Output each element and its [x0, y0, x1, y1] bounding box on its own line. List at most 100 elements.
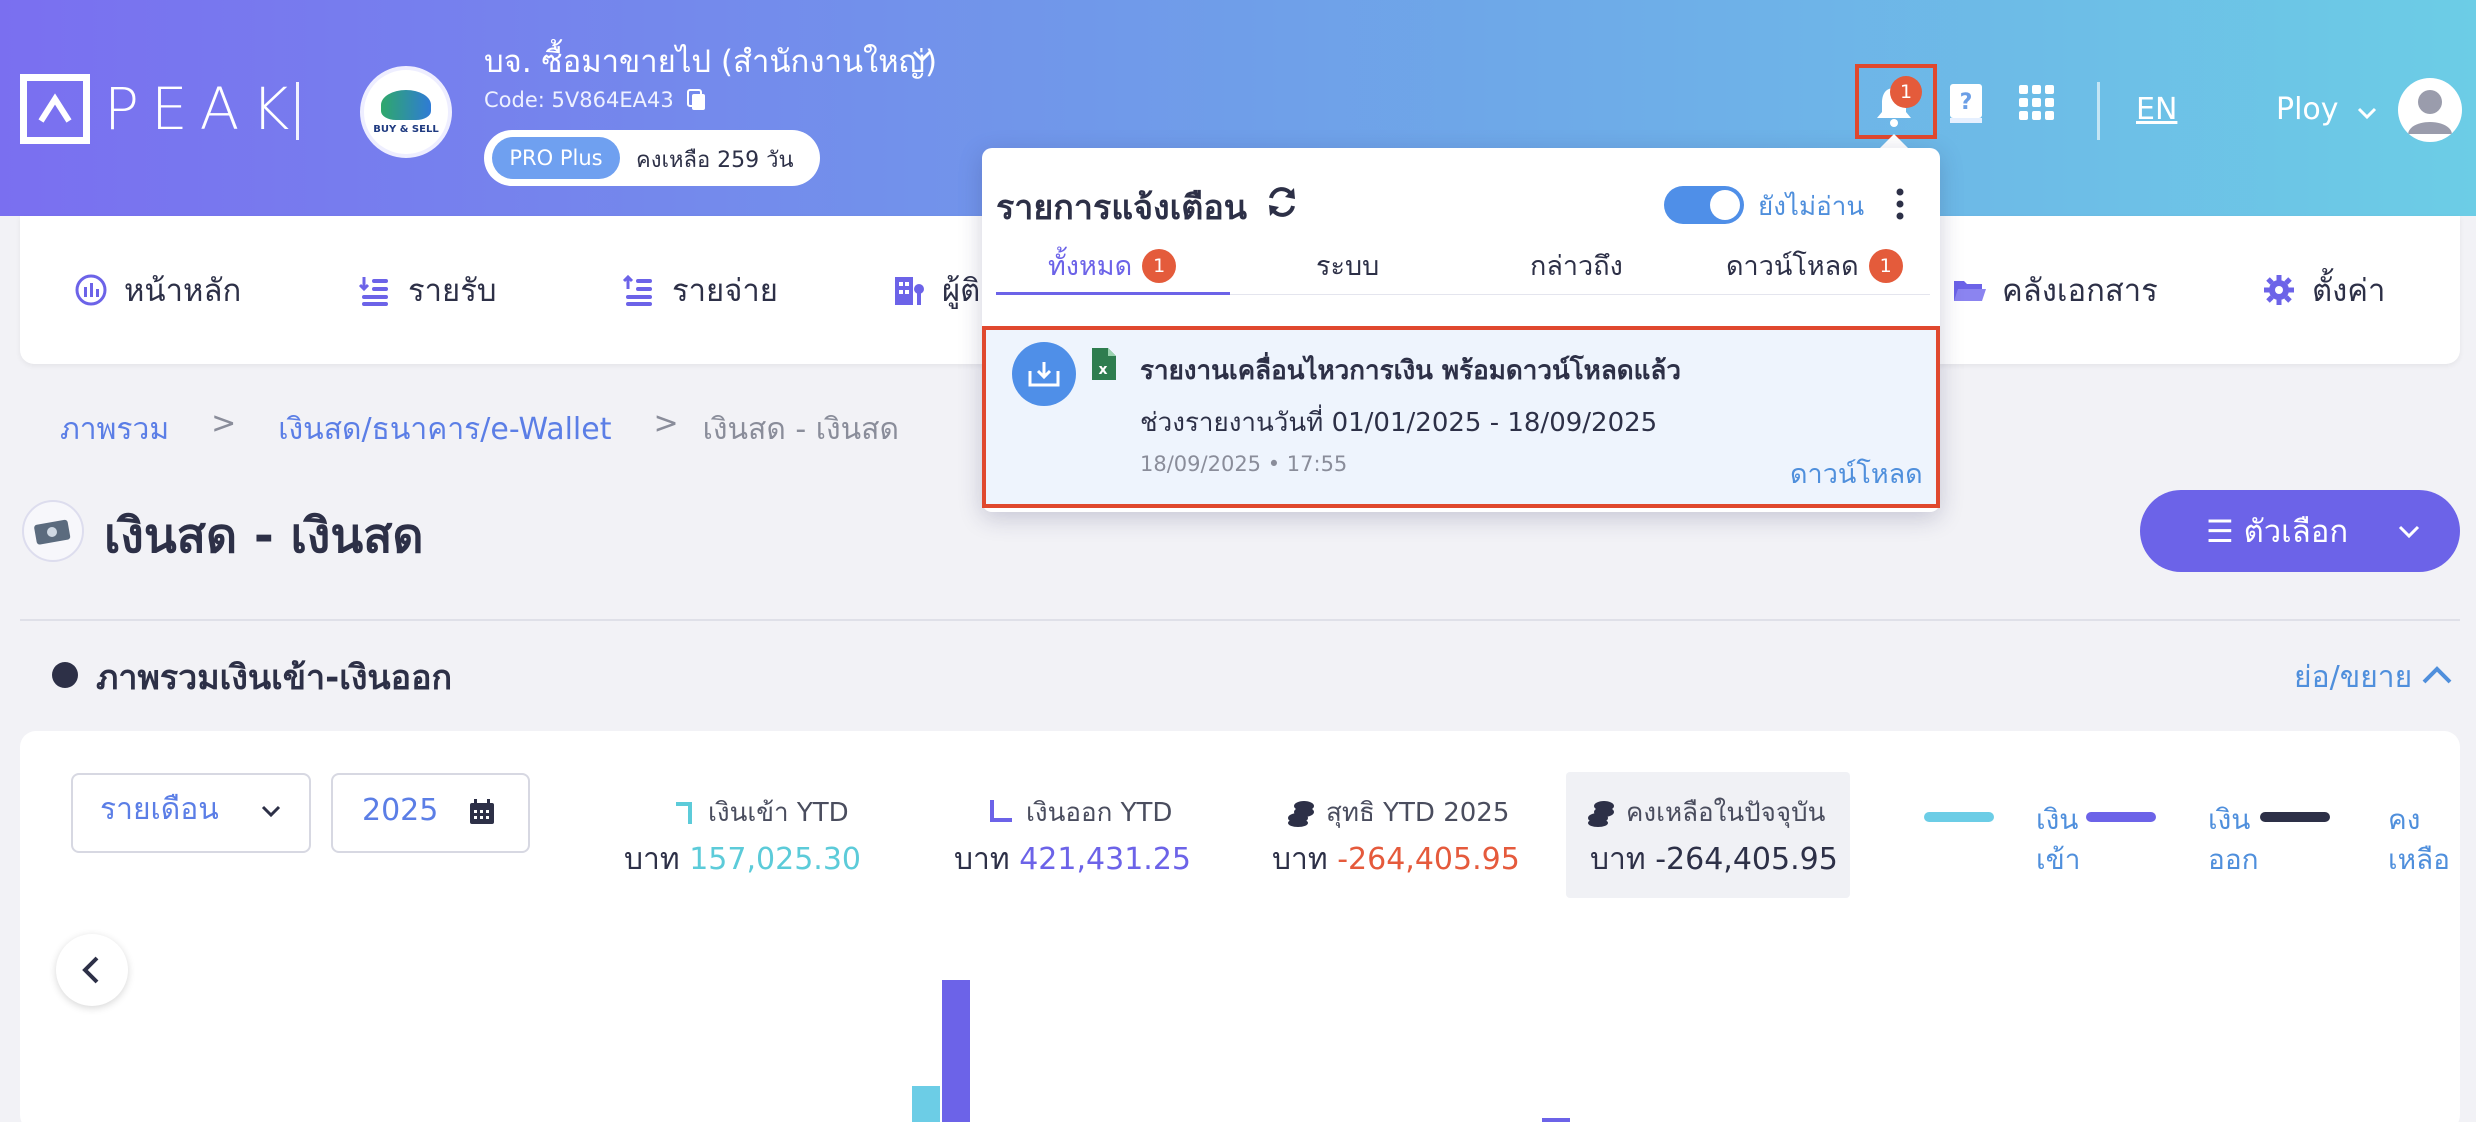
legend-line1: เงิน	[2208, 803, 2251, 836]
legend-line2: เหลือ	[2388, 843, 2451, 876]
nav-item-settings[interactable]: ตั้งค่า	[2262, 268, 2385, 312]
nav-item-expense[interactable]: รายจ่าย	[622, 268, 778, 312]
stat-label-text: สุทธิ YTD 2025	[1326, 798, 1510, 828]
company-code: Code: 5V864EA43	[484, 88, 674, 112]
period-select-value: รายเดือน	[100, 792, 219, 827]
stat-label-text: เงินออก YTD	[1026, 798, 1173, 828]
stat-income-value: บาท 157,025.30	[624, 836, 861, 883]
notification-time: 18/09/2025 • 17:55	[1140, 452, 1348, 476]
coins-icon	[1588, 800, 1614, 827]
legend-income-swatch	[1924, 812, 1994, 822]
page-title: เงินสด - เงินสด	[104, 508, 424, 564]
notification-count-badge: 1	[1890, 76, 1922, 108]
arrow-in-icon	[676, 801, 692, 824]
nav-item-contacts[interactable]: ผู้ติ	[892, 268, 980, 312]
plan-remaining: คงเหลือ 259 วัน	[636, 148, 794, 173]
excel-file-icon: x	[1092, 348, 1116, 380]
nav-item-income[interactable]: รายรับ	[358, 268, 497, 312]
breadcrumb-cash-bank[interactable]: เงินสด/ธนาคาร/e-Wallet	[278, 406, 611, 453]
gear-icon	[2264, 275, 2294, 305]
tab-label: ระบบ	[1316, 251, 1380, 282]
chart-bar-expense	[942, 980, 970, 1122]
chart-prev-button[interactable]	[56, 934, 128, 1006]
stat-currency: บาท	[954, 842, 1010, 877]
collapse-toggle[interactable]: ย่อ/ขยาย	[2294, 654, 2412, 701]
svg-text:x: x	[1098, 362, 1107, 378]
nav-item-label: คลังเอกสาร	[2002, 273, 2158, 309]
unread-only-label[interactable]: ยังไม่อ่าน	[1758, 186, 1864, 227]
calendar-icon[interactable]	[468, 798, 496, 826]
breadcrumb-overview[interactable]: ภาพรวม	[60, 406, 169, 453]
stat-amount: 157,025.30	[689, 842, 861, 877]
apps-grid-icon[interactable]	[2018, 84, 2056, 122]
svg-text:?: ?	[1960, 90, 1973, 115]
stat-currency: บาท	[1272, 842, 1328, 877]
options-button-label: ☰ ตัวเลือก	[2206, 514, 2349, 550]
user-avatar[interactable]	[2398, 78, 2462, 142]
legend-income-label[interactable]: เงิน เข้า	[2036, 800, 2080, 880]
legend-expense-swatch	[2086, 812, 2156, 822]
cash-icon	[22, 500, 84, 562]
logo-divider	[296, 82, 299, 140]
legend-expense-label[interactable]: เงิน ออก	[2208, 800, 2259, 880]
stat-currency: บาท	[624, 842, 680, 877]
title-divider	[20, 619, 2460, 621]
income-icon	[358, 277, 388, 306]
peak-logo-text[interactable]: PEAK	[104, 74, 301, 144]
contacts-icon	[895, 277, 924, 305]
tab-system[interactable]: ระบบ	[1316, 244, 1379, 287]
plan-badge: PRO Plus	[492, 137, 620, 179]
tab-all[interactable]: ทั้งหมด 1	[1048, 244, 1177, 287]
tab-downloads[interactable]: ดาวน์โหลด 1	[1726, 244, 1903, 287]
breadcrumb-separator: >	[653, 406, 679, 441]
stat-currency: บาท	[1590, 842, 1646, 877]
section-bullet	[52, 662, 78, 688]
copy-icon[interactable]	[686, 88, 708, 112]
tab-label: ทั้งหมด	[1048, 251, 1133, 282]
legend-balance-swatch	[2260, 812, 2330, 822]
unread-only-toggle[interactable]	[1664, 186, 1744, 224]
help-book-icon[interactable]: ?	[1948, 82, 1984, 124]
stat-expense-label: เงินออก YTD	[986, 792, 1172, 833]
chevron-down-icon[interactable]	[910, 44, 934, 68]
nav-item-documents[interactable]: คลังเอกสาร	[1952, 268, 2158, 312]
chevron-down-icon[interactable]	[258, 798, 284, 824]
company-name[interactable]: บจ. ซื้อมาขายไป (สำนักงานใหญ่)	[484, 36, 937, 86]
expense-icon	[622, 274, 652, 306]
chart-bar-expense	[1542, 1118, 1570, 1122]
year-input-value: 2025	[362, 793, 439, 828]
notification-panel-title: รายการแจ้งเตือน	[996, 188, 1248, 228]
legend-line1: คง	[2388, 803, 2421, 836]
breadcrumb: ภาพรวม > เงินสด/ธนาคาร/e-Wallet > เงินสด…	[60, 406, 899, 453]
legend-balance-label[interactable]: คงเหลือ	[2388, 800, 2450, 880]
language-switch[interactable]: EN	[2136, 92, 2177, 127]
tab-badge: 1	[1142, 248, 1177, 283]
chevron-up-icon[interactable]	[2420, 660, 2454, 690]
stat-balance-label: คงเหลือในปัจจุบัน	[1586, 792, 1825, 833]
stat-label-text: คงเหลือในปัจจุบัน	[1626, 798, 1826, 828]
chevron-down-icon[interactable]	[2396, 518, 2422, 544]
notification-heading: รายงานเคลื่อนไหวการเงิน พร้อมดาวน์โหลดแล…	[1140, 356, 1681, 386]
stat-amount: -264,405.95	[1655, 842, 1838, 877]
chart-bar-income	[912, 1086, 940, 1122]
nav-item-home[interactable]: หน้าหลัก	[74, 268, 241, 312]
folder-icon	[1954, 281, 1986, 301]
chevron-down-icon[interactable]	[2356, 102, 2378, 124]
nav-item-label: รายรับ	[408, 273, 497, 309]
tab-badge: 1	[1868, 248, 1903, 283]
company-avatar[interactable]: BUY & SELL	[360, 66, 452, 158]
legend-line2: เข้า	[2036, 843, 2081, 876]
handshake-icon	[381, 89, 431, 120]
nav-item-label: ผู้ติ	[942, 273, 981, 309]
user-name[interactable]: Ploy	[2276, 92, 2339, 127]
refresh-icon[interactable]	[1264, 184, 1300, 220]
coins-icon	[1288, 800, 1314, 827]
dashboard-icon	[75, 274, 107, 306]
stat-label-text: เงินเข้า YTD	[708, 798, 849, 828]
stat-net-label: สุทธิ YTD 2025	[1286, 792, 1509, 833]
user-icon	[2408, 90, 2452, 134]
notification-download-link[interactable]: ดาวน์โหลด	[1790, 452, 1923, 495]
tab-mentions[interactable]: กล่าวถึง	[1530, 244, 1623, 287]
more-vertical-icon[interactable]	[1888, 186, 1912, 222]
section-title: ภาพรวมเงินเข้า-เงินออก	[96, 658, 453, 698]
